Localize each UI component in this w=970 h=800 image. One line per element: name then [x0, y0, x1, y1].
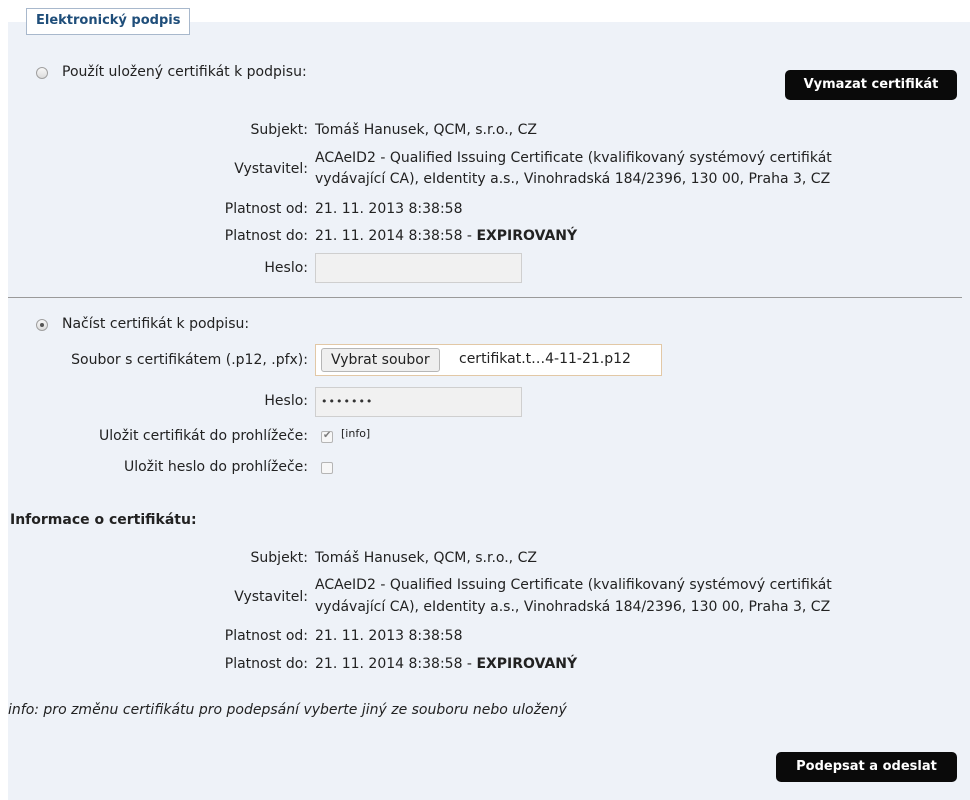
stored-issuer-line2: vydávající CA), eIdentity a.s., Vinohrad… [315, 171, 831, 187]
load-password-label: Heslo: [264, 393, 308, 409]
info-note: info: pro změnu certifikátu pro podepsán… [8, 702, 567, 718]
info-valid-to-label: Platnost do: [224, 656, 308, 672]
info-issuer-line2: vydávající CA), eIdentity a.s., Vinohrad… [315, 599, 831, 615]
stored-subject-label: Subjekt: [250, 122, 308, 138]
load-certificate-radio[interactable] [36, 319, 48, 331]
choose-file-button[interactable]: Vybrat soubor [321, 348, 440, 372]
certificate-file-label: Soubor s certifikátem (.p12, .pfx): [71, 352, 308, 368]
stored-valid-to-label: Platnost do: [224, 228, 308, 244]
stored-expired-badge: EXPIROVANÝ [476, 228, 578, 244]
info-issuer-line1: ACAeID2 - Qualified Issuing Certificate … [315, 577, 832, 593]
load-certificate-label: Načíst certifikát k podpisu: [62, 316, 250, 332]
use-stored-certificate-radio[interactable] [36, 67, 48, 79]
use-stored-certificate-label: Použít uložený certifikát k podpisu: [62, 64, 307, 80]
save-password-label: Uložit heslo do prohlížeče: [123, 459, 308, 475]
info-valid-from-label: Platnost od: [224, 628, 308, 644]
tab-elektronicky-podpis[interactable]: Elektronický podpis [26, 8, 191, 35]
stored-password-input[interactable] [315, 253, 522, 283]
info-valid-to-value: 21. 11. 2014 8:38:58 - [315, 656, 477, 672]
info-subject-label: Subjekt: [250, 550, 308, 566]
save-password-checkbox[interactable] [321, 462, 333, 474]
section-divider [8, 297, 962, 298]
stored-issuer-line1: ACAeID2 - Qualified Issuing Certificate … [315, 150, 832, 166]
certificate-file-input[interactable]: Vybrat soubor certifikat.t…4-11-21.p12 [315, 344, 662, 376]
save-certificate-label: Uložit certifikát do prohlížeče: [99, 428, 308, 444]
load-password-input[interactable]: ••••••• [315, 387, 522, 417]
info-link[interactable]: [info] [341, 427, 370, 440]
stored-subject-value: Tomáš Hanusek, QCM, s.r.o., CZ [315, 122, 537, 138]
stored-valid-from-label: Platnost od: [224, 201, 308, 217]
stored-password-label: Heslo: [264, 260, 308, 276]
info-valid-from-value: 21. 11. 2013 8:38:58 [315, 628, 463, 644]
info-issuer-label: Vystavitel: [234, 589, 308, 605]
stored-valid-to-value: 21. 11. 2014 8:38:58 - [315, 228, 477, 244]
selected-file-name: certifikat.t…4-11-21.p12 [459, 351, 631, 367]
info-subject-value: Tomáš Hanusek, QCM, s.r.o., CZ [315, 550, 537, 566]
info-expired-badge: EXPIROVANÝ [476, 656, 578, 672]
delete-certificate-button[interactable]: Vymazat certifikát [785, 70, 957, 100]
stored-valid-from-value: 21. 11. 2013 8:38:58 [315, 201, 463, 217]
info-valid-to: 21. 11. 2014 8:38:58 - EXPIROVANÝ [315, 656, 577, 672]
sign-and-send-button[interactable]: Podepsat a odeslat [776, 752, 957, 782]
save-certificate-checkbox[interactable] [321, 430, 333, 443]
stored-issuer-label: Vystavitel: [234, 161, 308, 177]
stored-valid-to: 21. 11. 2014 8:38:58 - EXPIROVANÝ [315, 228, 577, 244]
certificate-info-heading: Informace o certifikátu: [10, 512, 197, 528]
